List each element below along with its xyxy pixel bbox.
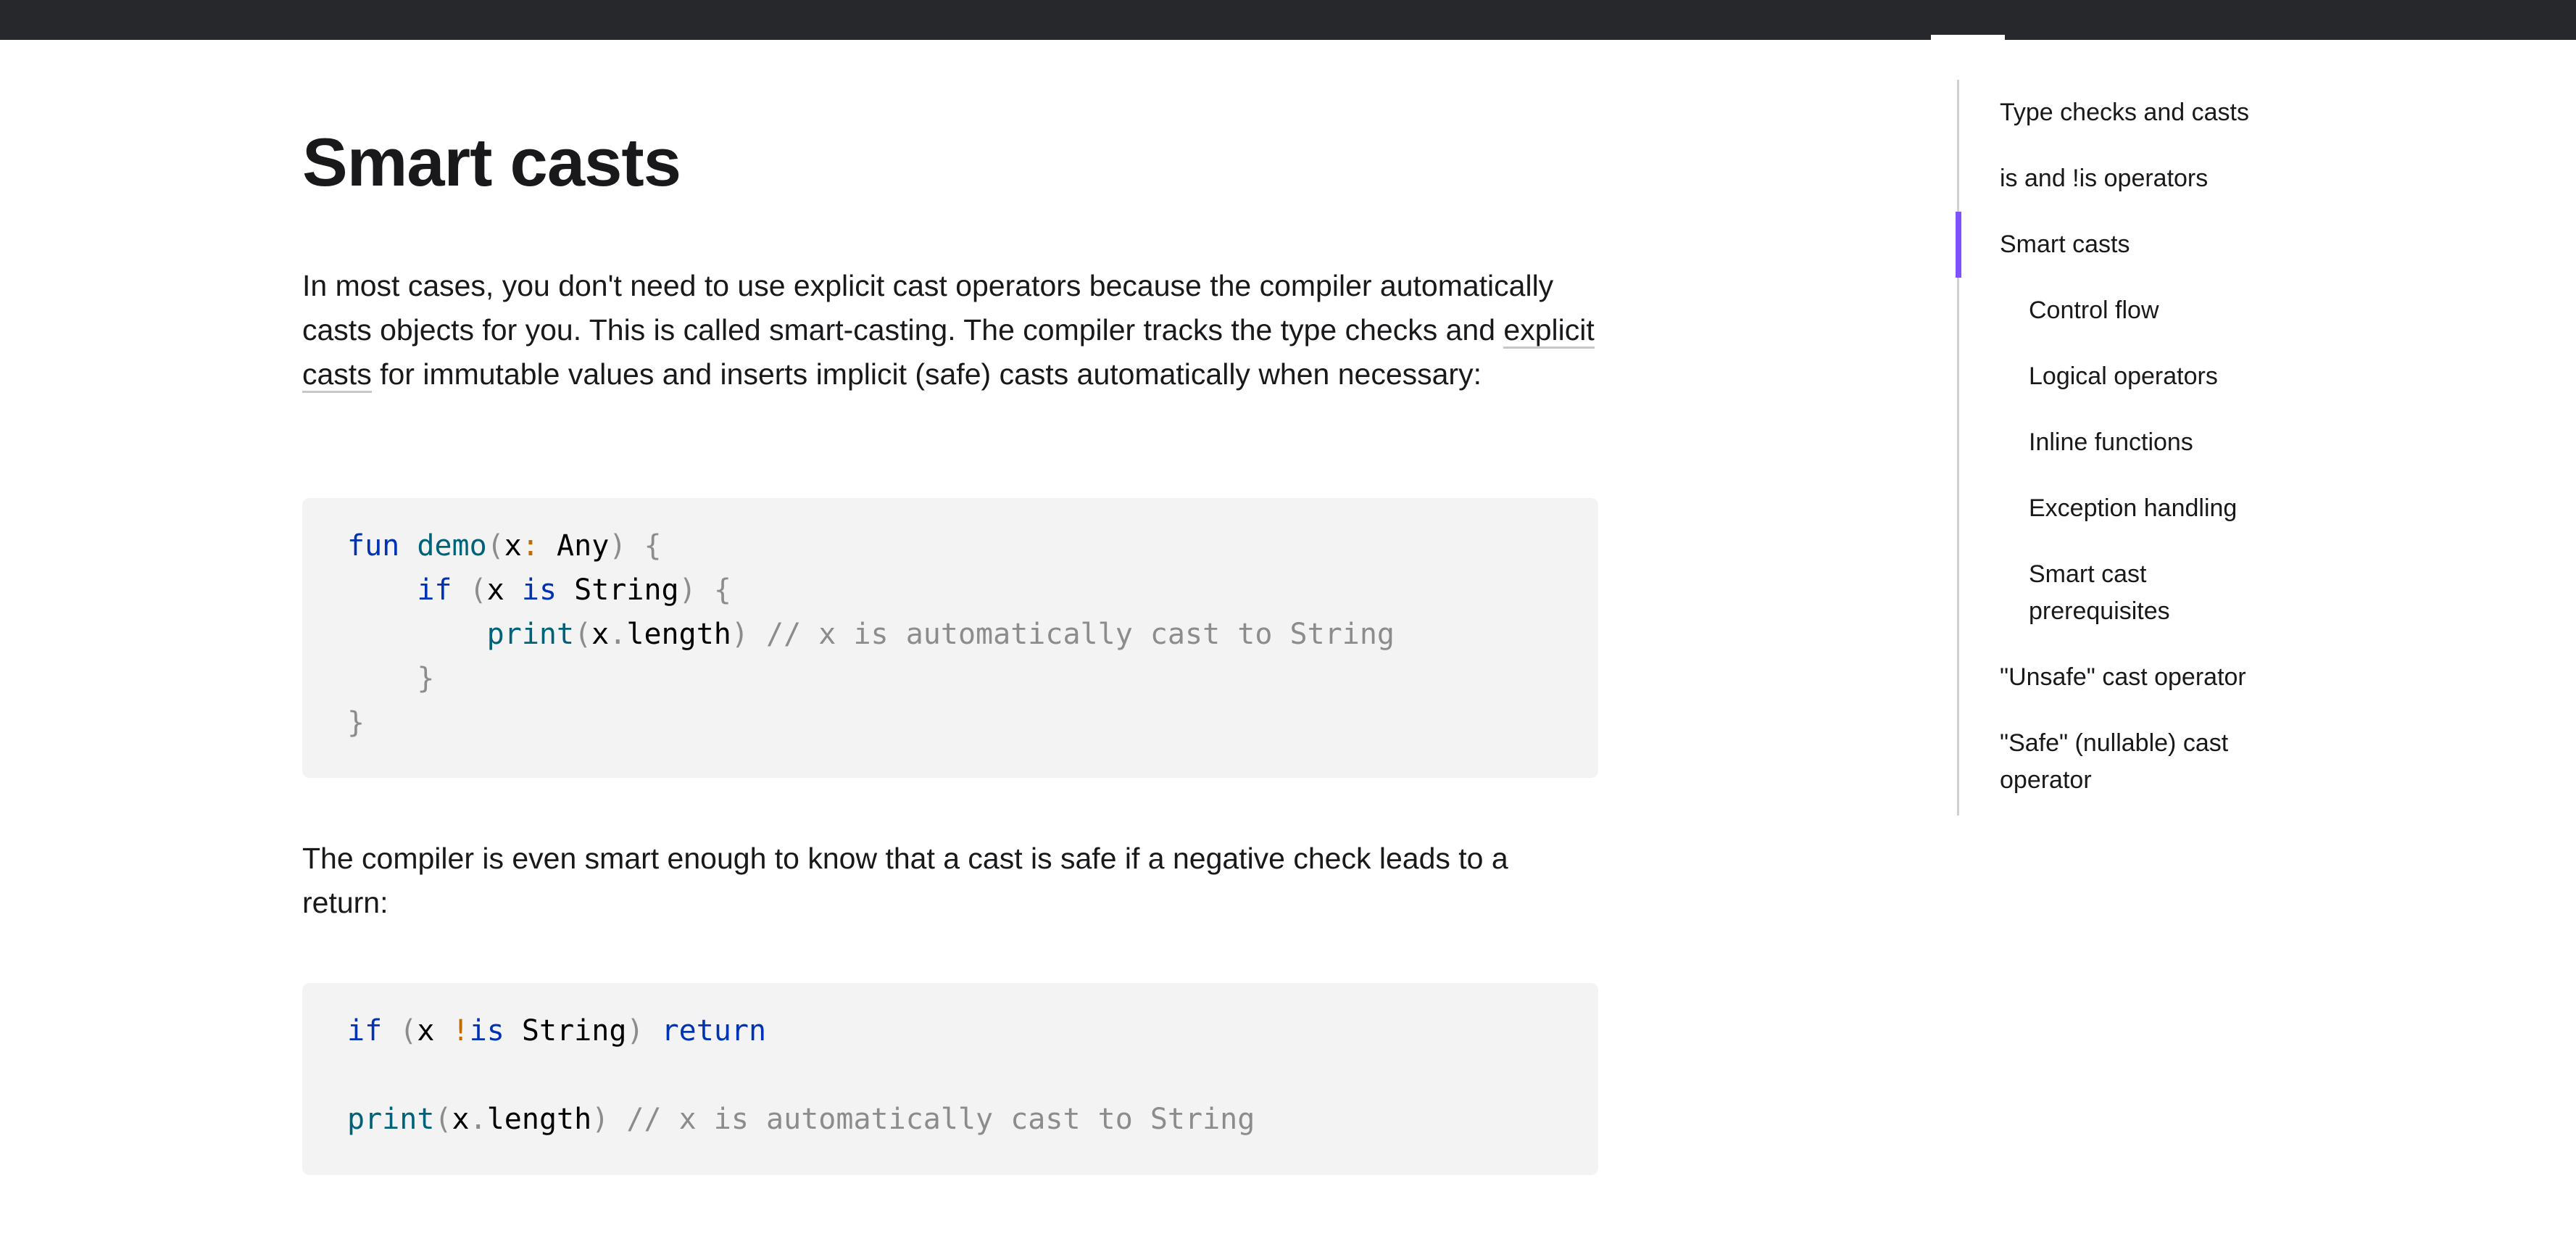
intro-paragraph: In most cases, you don't need to use exp…	[302, 264, 1600, 397]
page-title: Smart casts	[302, 124, 681, 200]
toc-item-smart-cast-prerequisites[interactable]: Smart cast prerequisites	[1959, 556, 2271, 630]
code-line: if (x !is String) return	[347, 1014, 767, 1048]
code-line: }	[417, 662, 435, 695]
toc-item-inline-functions[interactable]: Inline functions	[1959, 424, 2322, 461]
code-line-empty	[347, 1053, 1553, 1098]
intro-text-end: for immutable values and inserts implici…	[371, 357, 1482, 391]
top-navigation-bar	[0, 0, 2576, 40]
code-line: }	[347, 706, 365, 739]
toc-item-safe-nullable-cast-operator[interactable]: "Safe" (nullable) cast operator	[1959, 725, 2271, 799]
toc-item-smart-casts[interactable]: Smart casts	[1956, 212, 2318, 278]
code-block-negative-check[interactable]: if (x !is String) return print(x.length)…	[302, 983, 1598, 1175]
code-line: print(x.length) // x is automatically ca…	[347, 1103, 1255, 1136]
code-block-demo[interactable]: fun demo(x: Any) { if (x is String) { pr…	[302, 498, 1598, 778]
toc-item-logical-operators[interactable]: Logical operators	[1959, 358, 2322, 395]
intro-text-start: In most cases, you don't need to use exp…	[302, 269, 1554, 347]
toc-item-control-flow[interactable]: Control flow	[1959, 292, 2322, 329]
toc-item-unsafe-cast-operator[interactable]: "Unsafe" cast operator	[1959, 659, 2322, 696]
toc-item-is-operators[interactable]: is and !is operators	[1959, 160, 2322, 197]
negative-check-paragraph: The compiler is even smart enough to kno…	[302, 842, 1508, 919]
active-tab-indicator	[1931, 35, 2005, 40]
code-line: if (x is String) {	[417, 573, 731, 607]
table-of-contents: Type checks and casts is and !is operato…	[1956, 80, 2322, 816]
code-line: fun demo(x: Any) {	[347, 529, 662, 563]
code-line: print(x.length) // x is automatically ca…	[486, 618, 1395, 651]
toc-item-type-checks-and-casts[interactable]: Type checks and casts	[1959, 94, 2322, 131]
toc-item-exception-handling[interactable]: Exception handling	[1959, 490, 2293, 527]
